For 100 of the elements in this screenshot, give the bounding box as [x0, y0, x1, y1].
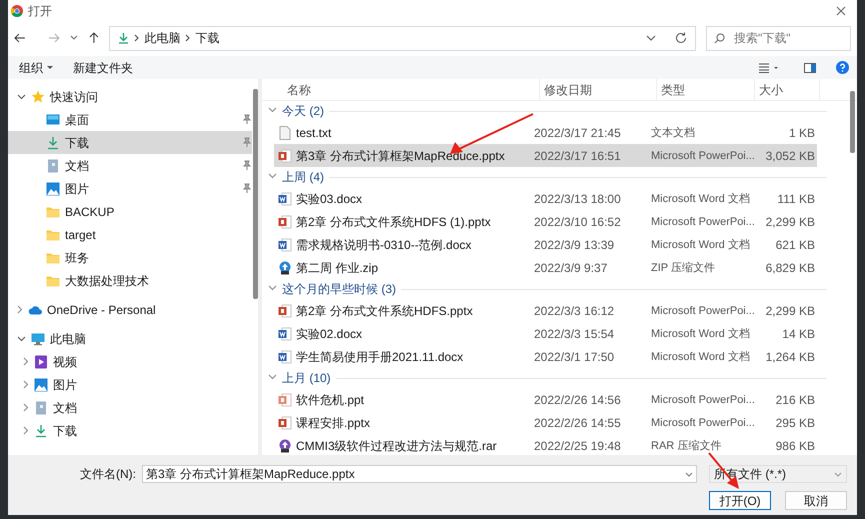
chevron-down-icon — [834, 472, 842, 476]
presentation-file-icon — [278, 392, 292, 406]
sidebar-item[interactable]: 图片 — [8, 177, 252, 200]
help-icon[interactable] — [836, 61, 849, 74]
document-icon — [46, 158, 60, 172]
preview-pane-icon[interactable] — [804, 62, 816, 72]
sidebar-item[interactable]: 桌面 — [8, 108, 252, 131]
sidebar-item[interactable]: 大数据处理技术 — [8, 269, 252, 292]
view-list-icon[interactable] — [759, 62, 779, 72]
folder-icon — [46, 228, 60, 242]
sidebar-item[interactable]: OneDrive - Personal — [8, 298, 252, 321]
refresh-icon[interactable] — [675, 32, 688, 44]
file-name: 实验02.docx — [296, 326, 362, 342]
file-date: 2022/3/17 16:51 — [533, 148, 622, 164]
folder-icon — [46, 204, 60, 218]
word-file-icon — [278, 326, 292, 340]
column-header[interactable]: 类型 — [657, 79, 755, 100]
open-button[interactable]: 打开(O) — [709, 491, 771, 510]
file-date: 2022/3/17 21:45 — [533, 124, 622, 142]
file-date: 2022/3/9 13:39 — [533, 236, 616, 254]
search-field[interactable]: 搜索"下载" — [706, 26, 852, 50]
caret-icon — [47, 66, 53, 69]
presentation-file-icon — [278, 304, 292, 318]
sidebar-item[interactable]: 文档 — [8, 154, 252, 177]
filename-field[interactable]: 第3章 分布式计算框架MapReduce.pptx — [142, 465, 697, 483]
sidebar-item[interactable]: 文档 — [8, 396, 252, 419]
annotation-arrow — [708, 452, 740, 490]
file-name: 课程安排.pptx — [296, 414, 370, 432]
file-type: Microsoft PowerPoi... — [651, 417, 755, 430]
back-arrow-icon[interactable] — [14, 32, 26, 44]
file-row[interactable]: 学生简易使用手册2021.11.docx 2022/3/1 17:50 Microsoft Word 文档 1,264 KB — [274, 345, 817, 368]
file-row[interactable]: 第二周 作业.zip 2022/3/9 9:37 ZIP 压缩文件 6,829 KB — [274, 256, 817, 279]
scrollbar[interactable] — [253, 89, 258, 299]
sidebar-item[interactable]: 视频 — [8, 350, 252, 373]
picture-icon — [34, 378, 48, 392]
file-size: 216 KB — [776, 392, 815, 406]
file-row[interactable]: 软件危机.ppt 2022/2/26 14:56 Microsoft PowerPoi... 216 KB — [274, 388, 817, 411]
scrollbar[interactable] — [850, 91, 855, 153]
address-bar[interactable]: 此电脑 下载 — [109, 26, 696, 50]
desktop-icon — [46, 112, 60, 126]
file-type: ZIP 压缩文件 — [651, 262, 715, 274]
file-name: test.txt — [296, 124, 332, 142]
file-row[interactable]: test.txt 2022/3/17 21:45 文本文档 1 KB — [274, 121, 817, 144]
file-date: 2022/2/26 14:55 — [533, 414, 622, 432]
file-row[interactable]: 第2章 分布式文件系统HDFS (1).pptx 2022/3/10 16:52 Microsoft PowerPoi... 2,299 KB — [274, 210, 817, 233]
group-header[interactable]: 上周 (4) — [282, 168, 324, 186]
group-header[interactable]: 这个月的早些时候 (3) — [282, 280, 396, 298]
file-name: 需求规格说明书-0310--范例.docx — [296, 236, 472, 254]
sidebar-item[interactable]: BACKUP — [8, 200, 252, 223]
file-name: 学生简易使用手册2021.11.docx — [296, 348, 464, 366]
file-type: Microsoft Word 文档 — [651, 239, 750, 252]
file-row[interactable]: 实验02.docx 2022/3/3 15:54 Microsoft Word 文档 14 KB — [274, 322, 817, 345]
download-icon — [118, 32, 130, 44]
file-size: 14 KB — [782, 326, 815, 340]
sidebar-item[interactable]: 图片 — [8, 373, 252, 396]
organize-button[interactable]: 组织 — [19, 58, 53, 76]
cancel-button[interactable]: 取消 — [785, 491, 847, 510]
file-size: 1 KB — [788, 126, 815, 140]
file-row[interactable]: 实验03.docx 2022/3/13 18:00 Microsoft Word 文档 111 KB — [274, 187, 817, 210]
file-type: 文本文档 — [651, 127, 695, 140]
file-date: 2022/2/25 19:48 — [533, 438, 622, 454]
sidebar-item[interactable]: 下载 — [8, 131, 252, 154]
chevron-down-icon[interactable] — [685, 472, 693, 477]
file-size: 2,299 KB — [766, 214, 815, 228]
file-row[interactable]: 第3章 分布式计算框架MapReduce.pptx 2022/3/17 16:51 Microsoft PowerPoi... 3,052 KB — [274, 144, 817, 167]
close-icon[interactable] — [836, 6, 846, 16]
file-date: 2022/3/9 9:37 — [533, 260, 608, 276]
file-type: Microsoft Word 文档 — [651, 193, 750, 206]
file-type: RAR 压缩文件 — [651, 440, 722, 452]
breadcrumb-link[interactable]: 此电脑 — [144, 29, 180, 47]
chevron-down-icon[interactable] — [70, 35, 78, 41]
file-size: 986 KB — [776, 438, 815, 452]
group-header[interactable]: 今天 (2) — [282, 102, 324, 120]
download-icon — [46, 136, 60, 150]
file-date: 2022/3/1 17:50 — [533, 348, 616, 366]
file-row[interactable]: 需求规格说明书-0310--范例.docx 2022/3/9 13:39 Microsoft Word 文档 621 KB — [274, 233, 817, 256]
file-name: 第二周 作业.zip — [296, 260, 378, 276]
file-name: 第2章 分布式文件系统HDFS.pptx — [296, 302, 473, 320]
sidebar-item[interactable]: 班务 — [8, 246, 252, 269]
file-date: 2022/3/13 18:00 — [533, 190, 622, 208]
sidebar-item[interactable]: target — [8, 223, 252, 246]
file-row[interactable]: 第2章 分布式文件系统HDFS.pptx 2022/3/3 16:12 Microsoft PowerPoi... 2,299 KB — [274, 299, 817, 322]
column-header[interactable]: 名称 — [262, 79, 540, 100]
sidebar-item[interactable]: 快速访问 — [8, 85, 252, 108]
new-folder-button[interactable]: 新建文件夹 — [73, 58, 133, 76]
breadcrumb-link[interactable]: 下载 — [195, 29, 220, 47]
up-arrow-icon[interactable] — [88, 32, 100, 44]
file-row[interactable]: 课程安排.pptx 2022/2/26 14:55 Microsoft PowerPoi... 295 KB — [274, 411, 817, 434]
filename-label: 文件名(N): — [80, 466, 136, 483]
column-header[interactable]: 大小 — [755, 79, 820, 100]
sidebar-item[interactable]: 此电脑 — [8, 327, 252, 350]
word-file-icon — [278, 192, 292, 206]
sidebar-item[interactable]: 下载 — [8, 419, 252, 442]
file-row[interactable]: CMMI3级软件过程改进方法与规范.rar 2022/2/25 19:48 RAR 压缩文件 986 KB — [274, 434, 817, 455]
column-header[interactable]: 修改日期 — [540, 79, 657, 100]
file-name: 软件危机.ppt — [296, 392, 364, 408]
folder-icon — [46, 250, 60, 264]
file-name: 实验03.docx — [296, 190, 362, 208]
chevron-down-icon[interactable] — [646, 35, 656, 41]
group-header[interactable]: 上月 (10) — [282, 369, 331, 387]
